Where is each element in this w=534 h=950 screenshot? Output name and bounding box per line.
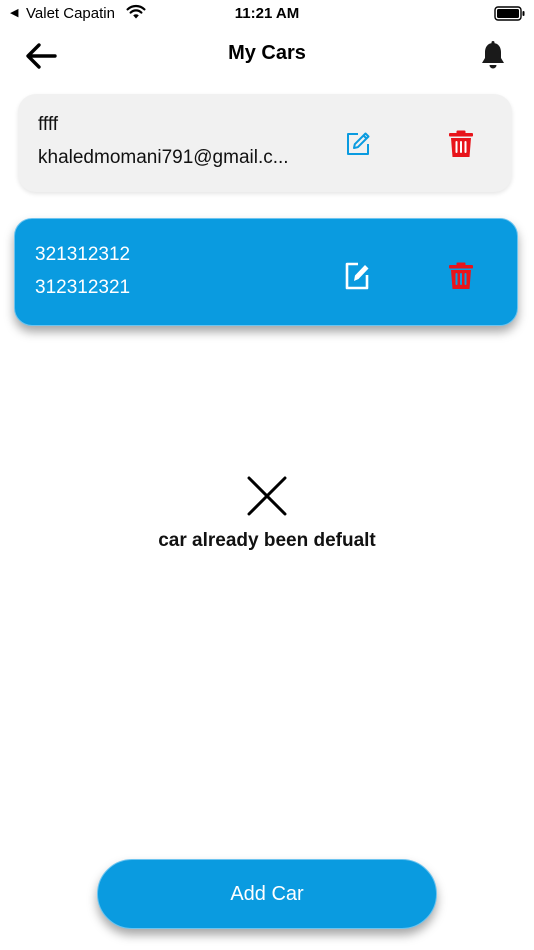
edit-icon — [347, 132, 370, 155]
nav-bar: My Cars — [0, 28, 534, 84]
car-card[interactable]: ffff khaledmomani791@gmail.c... — [18, 94, 512, 192]
bell-icon — [482, 41, 504, 69]
toast-message: car already been defualt — [0, 474, 534, 552]
battery-icon — [494, 6, 526, 26]
status-bar: ◀ Valet Capatin 11:21 AM — [0, 0, 534, 28]
status-time: 11:21 AM — [234, 5, 300, 22]
add-car-button[interactable]: Add Car — [97, 859, 437, 929]
delete-car-button[interactable] — [441, 256, 481, 296]
car-detail: khaledmomani791@gmail.c... — [38, 147, 289, 168]
message-text: car already been defualt — [158, 530, 376, 551]
trash-icon — [449, 262, 473, 289]
car-name: 321312312 — [35, 244, 131, 265]
car-detail: 312312321 — [35, 277, 131, 298]
trash-icon — [449, 130, 473, 157]
delete-car-button[interactable] — [441, 124, 481, 164]
page-title: My Cars — [228, 42, 306, 64]
close-icon — [247, 476, 287, 516]
car-card-selected[interactable]: 321312312 312312321 — [14, 218, 518, 326]
edit-icon — [345, 262, 369, 290]
car-name: ffff — [38, 114, 59, 135]
notifications-button[interactable] — [472, 36, 514, 76]
edit-car-button[interactable] — [337, 256, 377, 296]
edit-car-button[interactable] — [338, 124, 378, 164]
